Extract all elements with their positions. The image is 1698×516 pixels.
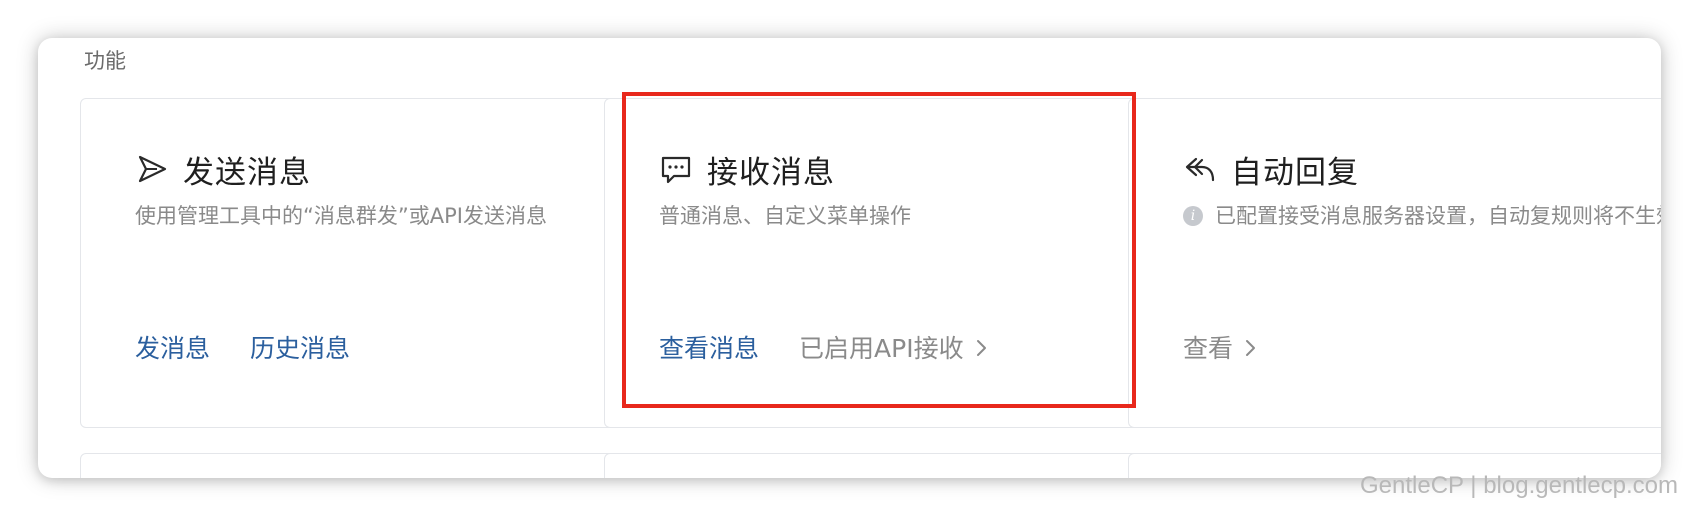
section-title: 功能 bbox=[84, 49, 126, 73]
card-links: 查看 bbox=[1183, 329, 1259, 365]
card-description: 使用管理工具中的“消息群发”或API发送消息 bbox=[135, 204, 547, 228]
api-receive-status-label: 已启用API接收 bbox=[799, 334, 964, 363]
watermark: GentleCP | blog.gentlecp.com bbox=[1360, 472, 1678, 499]
chevron-right-icon bbox=[972, 336, 990, 358]
card-header: 接收消息 bbox=[659, 147, 835, 191]
card-description: 普通消息、自定义菜单操作 bbox=[659, 204, 911, 228]
card-row2-1 bbox=[80, 453, 620, 478]
view-auto-reply-label: 查看 bbox=[1183, 334, 1234, 363]
card-description: 已配置接受消息服务器设置，自动复规则将不生效 bbox=[1215, 204, 1661, 228]
view-auto-reply-link[interactable]: 查看 bbox=[1183, 329, 1259, 365]
card-header: 自动回复 bbox=[1183, 147, 1359, 191]
card-title: 发送消息 bbox=[183, 154, 311, 191]
card-links: 查看消息 已启用API接收 bbox=[659, 329, 990, 365]
card-header: 发送消息 bbox=[135, 147, 311, 191]
message-icon bbox=[659, 152, 693, 186]
send-message-link[interactable]: 发消息 bbox=[135, 329, 210, 365]
card-row2-2 bbox=[604, 453, 1144, 478]
chevron-right-icon bbox=[1241, 336, 1259, 358]
send-icon bbox=[135, 152, 169, 186]
card-title: 接收消息 bbox=[707, 154, 835, 191]
view-message-link[interactable]: 查看消息 bbox=[659, 329, 759, 365]
card-receive-message: 接收消息 普通消息、自定义菜单操作 查看消息 已启用API接收 bbox=[604, 98, 1144, 428]
card-send-message: 发送消息 使用管理工具中的“消息群发”或API发送消息 发消息 历史消息 bbox=[80, 98, 620, 428]
history-message-link[interactable]: 历史消息 bbox=[250, 329, 350, 365]
card-description-warning: i 已配置接受消息服务器设置，自动复规则将不生效 bbox=[1183, 199, 1661, 233]
api-receive-status-link[interactable]: 已启用API接收 bbox=[799, 329, 990, 365]
card-title: 自动回复 bbox=[1231, 154, 1359, 191]
card-auto-reply: 自动回复 i 已配置接受消息服务器设置，自动复规则将不生效 查看 bbox=[1128, 98, 1661, 428]
card-links: 发消息 历史消息 bbox=[135, 329, 390, 365]
reply-icon bbox=[1183, 152, 1217, 186]
info-icon: i bbox=[1183, 206, 1203, 226]
function-panel: 功能 发送消息 使用管理工具中的“消息群发”或API发送消息 发消息 历史消息 bbox=[38, 38, 1661, 478]
